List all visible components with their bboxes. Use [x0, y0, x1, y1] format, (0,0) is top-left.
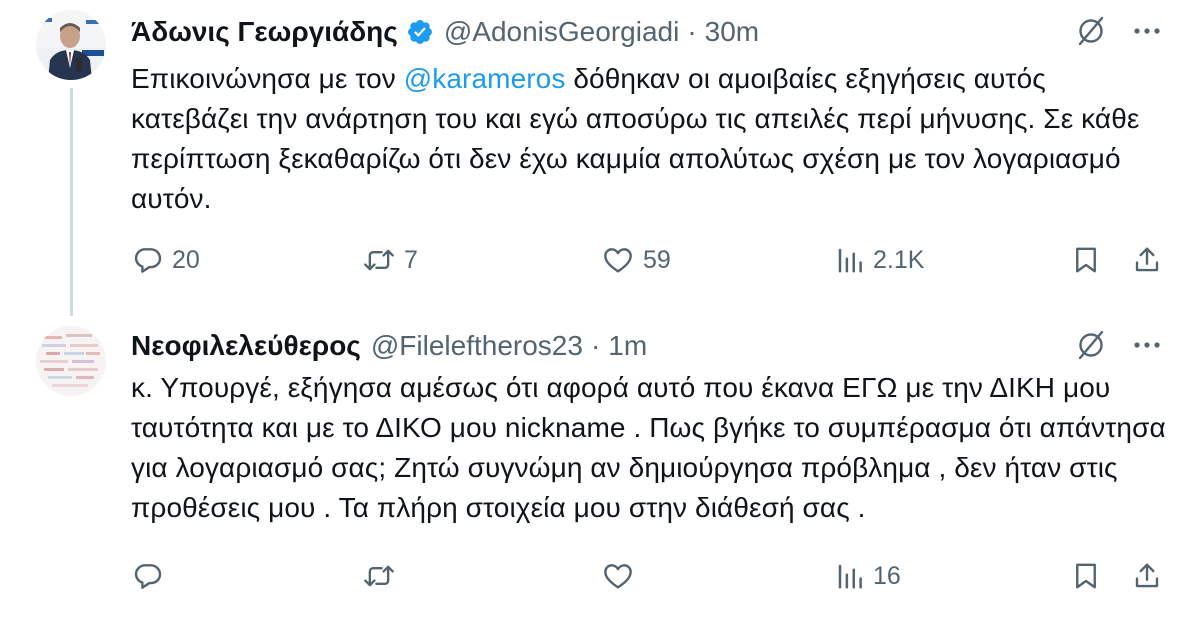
user-handle[interactable]: @AdonisGeorgiadi [444, 15, 679, 49]
avatar[interactable] [36, 10, 106, 80]
tweet-top-actions [1074, 328, 1162, 362]
display-name[interactable]: Άδωνις Γεωργιάδης [131, 15, 398, 49]
reply-button[interactable] [132, 558, 172, 594]
tweet-header: Νεοφιλελεύθερος @Fileleftheros23 · 1m [131, 329, 647, 363]
avatar[interactable] [36, 326, 106, 396]
tweet[interactable]: Νεοφιλελεύθερος @Fileleftheros23 · 1m κ.… [0, 312, 1200, 621]
timestamp[interactable]: 30m [705, 15, 759, 49]
timestamp[interactable]: 1m [608, 329, 647, 363]
display-name[interactable]: Νεοφιλελεύθερος [131, 329, 361, 363]
views-bar-chart-icon [838, 564, 862, 589]
tweet-text: κ. Υπουργέ, εξήγησα αμέσως ότι αφορά αυτ… [131, 372, 1166, 523]
bookmark-button[interactable] [1071, 242, 1101, 278]
view-count: 2.1K [873, 245, 925, 274]
retweet-button[interactable] [362, 558, 404, 594]
tweet-action-bar: 20 7 59 2.1K [0, 242, 1200, 278]
separator-dot: · [687, 16, 697, 47]
mention-link[interactable]: @karameros [404, 63, 566, 94]
view-count: 16 [873, 561, 901, 590]
tweet-action-bar: 16 [0, 558, 1200, 594]
separator-dot: · [590, 330, 601, 361]
slashed-circle-icon[interactable] [1074, 328, 1108, 362]
like-count: 59 [643, 245, 671, 274]
more-dots-icon[interactable] [1132, 330, 1162, 360]
like-button[interactable]: 59 [601, 242, 671, 278]
thread-connector-line [70, 88, 73, 316]
share-button[interactable] [1132, 558, 1162, 594]
reply-icon [134, 248, 162, 273]
slashed-circle-icon[interactable] [1074, 14, 1108, 48]
share-icon [1135, 563, 1159, 588]
reply-icon [134, 564, 162, 589]
share-button[interactable] [1132, 242, 1162, 278]
share-icon [1135, 247, 1159, 272]
retweet-button[interactable]: 7 [362, 242, 418, 278]
heart-icon [604, 248, 632, 273]
views-button[interactable]: 2.1K [835, 242, 924, 278]
tweet-top-actions [1074, 14, 1162, 48]
retweet-icon [364, 249, 394, 271]
bookmark-icon [1076, 247, 1096, 273]
views-button[interactable]: 16 [835, 558, 901, 594]
tweet-text: Επικοινώνησα με τον @karameros δόθηκαν ο… [131, 59, 1171, 219]
verified-badge-icon[interactable] [406, 18, 434, 46]
conversation-thread: Άδωνις Γεωργιάδης @AdonisGeorgiadi · 30m [0, 0, 1200, 621]
retweet-count: 7 [404, 245, 418, 274]
like-button[interactable] [601, 558, 643, 594]
tweet-text-start: Επικοινώνησα με τον [131, 63, 404, 94]
tweet[interactable]: Άδωνις Γεωργιάδης @AdonisGeorgiadi · 30m [0, 0, 1200, 316]
reply-button[interactable]: 20 [132, 242, 200, 278]
user-handle[interactable]: @Fileleftheros23 [371, 329, 583, 363]
retweet-icon [364, 565, 394, 587]
tweet-header: Άδωνις Γεωργιάδης @AdonisGeorgiadi · 30m [131, 15, 759, 49]
bookmark-icon [1076, 563, 1096, 589]
views-bar-chart-icon [838, 248, 862, 273]
bookmark-button[interactable] [1071, 558, 1101, 594]
more-dots-icon[interactable] [1132, 16, 1162, 46]
heart-icon [604, 564, 632, 589]
reply-count: 20 [172, 245, 200, 274]
